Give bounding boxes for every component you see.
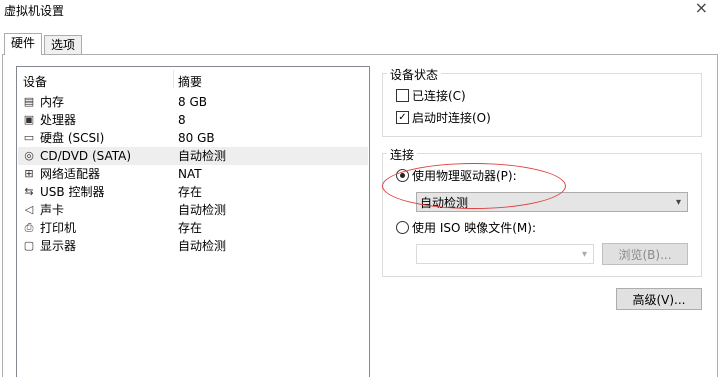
list-item[interactable]: ▣ 处理器 8: [18, 111, 368, 129]
list-item[interactable]: ⊞ 网络适配器 NAT: [18, 165, 368, 183]
device-name: 打印机: [40, 221, 77, 235]
list-item[interactable]: ⇆ USB 控制器 存在: [18, 183, 368, 201]
device-name: 声卡: [40, 203, 65, 217]
device-summary: 存在: [178, 185, 203, 199]
close-icon[interactable]: ×: [695, 0, 708, 17]
column-divider[interactable]: [173, 70, 174, 88]
device-name: 处理器: [40, 113, 77, 127]
browse-button[interactable]: 浏览(B)...: [602, 243, 688, 265]
disk-icon: ▭: [23, 131, 35, 144]
device-name: CD/DVD (SATA): [40, 149, 132, 163]
advanced-button[interactable]: 高级(V)...: [616, 288, 702, 310]
connected-label[interactable]: 已连接(C): [412, 87, 466, 104]
device-summary: 8 GB: [178, 95, 207, 109]
usb-icon: ⇆: [24, 185, 34, 198]
device-summary: 自动检测: [178, 149, 227, 163]
sound-icon: ◁: [24, 203, 34, 216]
device-name: USB 控制器: [40, 185, 105, 199]
connect-at-power-on-label[interactable]: 启动时连接(O): [412, 109, 491, 126]
connect-at-power-on-checkbox[interactable]: ✓: [396, 111, 409, 124]
device-status-title: 设备状态: [387, 66, 442, 83]
list-item[interactable]: ▭ 硬盘 (SCSI) 80 GB: [18, 129, 368, 147]
chevron-down-icon: ▾: [675, 197, 681, 208]
memory-icon: ▤: [23, 95, 35, 108]
network-icon: ⊞: [24, 167, 34, 180]
tab-hardware[interactable]: 硬件: [4, 33, 43, 55]
device-summary: 8: [178, 113, 186, 127]
device-name: 硬盘 (SCSI): [40, 131, 105, 145]
device-name: 内存: [40, 95, 65, 109]
display-icon: ▢: [23, 239, 35, 252]
printer-icon: ⎙: [24, 221, 34, 234]
connected-checkbox[interactable]: [396, 89, 409, 102]
device-summary: 自动检测: [178, 239, 227, 253]
window-title: 虚拟机设置: [4, 4, 65, 18]
iso-image-label[interactable]: 使用 ISO 映像文件(M):: [412, 219, 536, 236]
device-summary: NAT: [178, 167, 202, 181]
tab-options[interactable]: 选项: [44, 35, 83, 55]
device-name: 网络适配器: [40, 167, 101, 181]
list-item[interactable]: ◁ 声卡 自动检测: [18, 201, 368, 219]
chevron-down-icon: ▾: [581, 249, 587, 260]
device-summary: 80 GB: [178, 131, 215, 145]
device-summary: 存在: [178, 221, 203, 235]
device-status-group: 设备状态: [382, 66, 702, 137]
cd-dvd-icon: ◎: [24, 149, 34, 162]
processor-icon: ▣: [23, 113, 35, 126]
connection-title: 连接: [387, 146, 418, 163]
iso-image-path-select[interactable]: ▾: [416, 244, 594, 264]
device-summary: 自动检测: [178, 203, 227, 217]
column-header-summary[interactable]: 摘要: [178, 73, 202, 90]
list-item-selected[interactable]: ◎ CD/DVD (SATA) 自动检测: [18, 147, 368, 165]
annotation-ellipse: [382, 163, 566, 209]
device-name: 显示器: [40, 239, 77, 253]
list-item[interactable]: ⎙ 打印机 存在: [18, 219, 368, 237]
iso-image-radio[interactable]: [396, 221, 409, 234]
list-item[interactable]: ▤ 内存 8 GB: [18, 93, 368, 111]
list-item[interactable]: ▢ 显示器 自动检测: [18, 237, 368, 255]
device-list[interactable]: 设备 摘要 ▤ 内存 8 GB ▣ 处理器 8 ▭ 硬盘 (SCSI) 80 G…: [16, 66, 370, 377]
column-header-device[interactable]: 设备: [23, 73, 47, 90]
